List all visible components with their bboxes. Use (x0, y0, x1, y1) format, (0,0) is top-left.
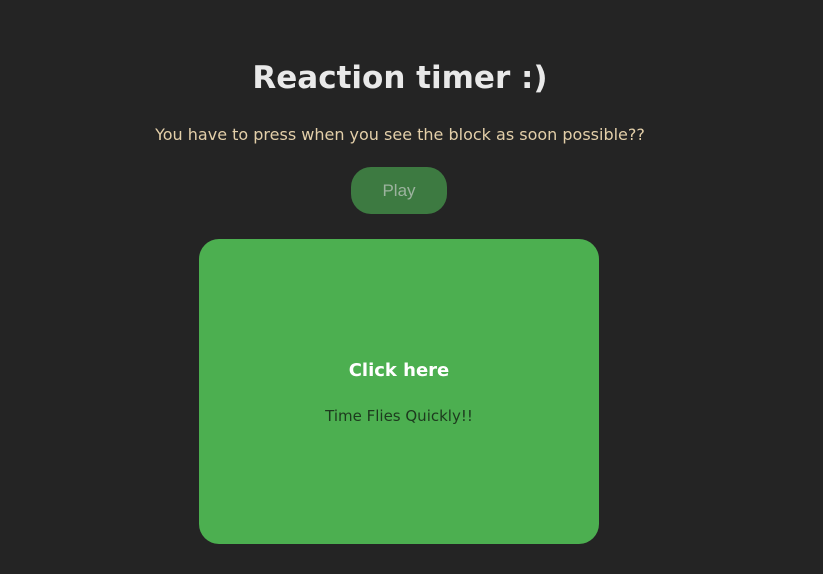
play-button[interactable]: Play (351, 167, 447, 214)
block-message: Time Flies Quickly!! (325, 407, 473, 425)
instructions-text: You have to press when you see the block… (155, 125, 645, 144)
block-title: Click here (348, 360, 450, 381)
reaction-timer-page: Reaction timer :) You have to press when… (0, 0, 823, 574)
reaction-block[interactable]: Click here Time Flies Quickly!! (199, 239, 599, 544)
page-title: Reaction timer :) (252, 60, 548, 96)
